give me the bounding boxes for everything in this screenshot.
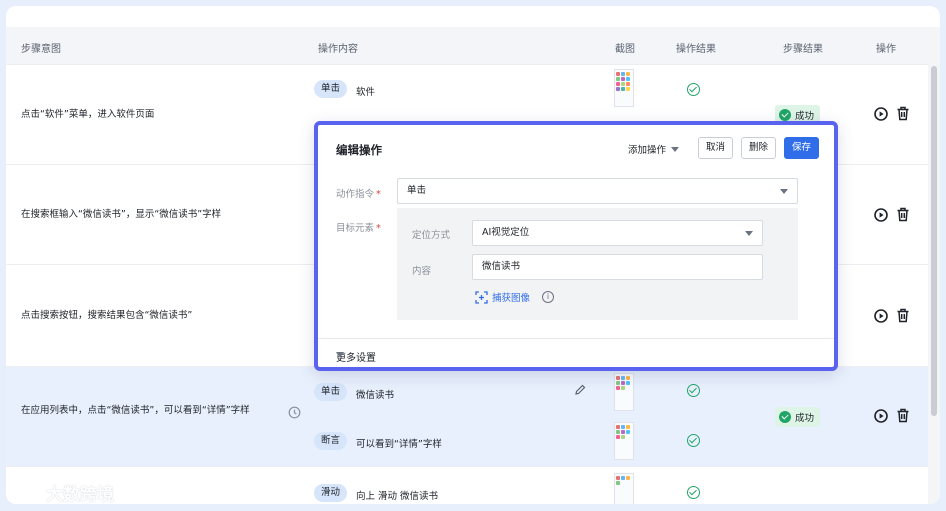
capture-image-button[interactable]: 捕获图像 i: [475, 290, 555, 304]
save-button[interactable]: 保存: [784, 137, 820, 159]
target-element-panel: 定位方式 AI视觉定位 内容 微信读书 捕获图像 i: [397, 208, 798, 320]
locate-method-select[interactable]: AI视觉定位: [472, 220, 763, 246]
history-icon[interactable]: [288, 406, 301, 419]
modal-title: 编辑操作: [336, 143, 382, 157]
play-icon[interactable]: [874, 207, 888, 222]
row-actions: [874, 308, 910, 323]
screenshot-thumb[interactable]: [614, 69, 634, 107]
step-intent: 在应用列表中，点击“微信读书”，可以看到“详情”字样: [21, 405, 250, 416]
col-step-result: 步骤结果: [783, 44, 823, 55]
row-actions: [874, 106, 910, 121]
col-op-content: 操作内容: [318, 44, 358, 55]
scrollbar-thumb[interactable]: [931, 66, 937, 416]
row-actions: [874, 207, 910, 222]
capture-image-label: 捕获图像: [492, 293, 531, 304]
col-step-intent: 步骤意图: [21, 44, 61, 55]
op-chip[interactable]: 单击: [314, 80, 348, 98]
status-badge: 成功: [775, 407, 821, 427]
screenshot-thumb[interactable]: [614, 373, 634, 411]
row-actions: [874, 408, 910, 423]
cancel-button[interactable]: 取消: [698, 137, 734, 159]
trash-icon[interactable]: [896, 207, 910, 222]
more-settings[interactable]: 更多设置: [318, 338, 834, 370]
col-actions: 操作: [876, 44, 896, 55]
success-icon: [779, 411, 791, 423]
col-screenshot: 截图: [615, 44, 635, 55]
op-success-icon: [687, 384, 700, 397]
logo-icon: [8, 485, 40, 500]
op-text: 向上 滑动 微信读书: [356, 491, 439, 502]
target-field-label: 目标元素 *: [336, 223, 381, 234]
caret-down-icon: [780, 189, 788, 194]
trash-icon[interactable]: [896, 408, 910, 423]
capture-icon: [475, 290, 488, 304]
op-success-icon: [687, 434, 700, 447]
op-success-icon: [687, 486, 700, 499]
status-badge-label: 成功: [795, 413, 815, 424]
op-success-icon: [687, 83, 700, 96]
locate-method-value: AI视觉定位: [482, 227, 530, 238]
step-intent: 点击“软件”菜单，进入软件页面: [21, 109, 155, 120]
action-select[interactable]: 单击: [397, 178, 798, 204]
content-label: 内容: [412, 266, 432, 277]
caret-down-icon: [671, 146, 680, 152]
caret-down-icon: [745, 231, 753, 236]
play-icon[interactable]: [874, 308, 888, 323]
pencil-icon[interactable]: [574, 384, 586, 396]
add-operation-dropdown[interactable]: 添加操作: [628, 142, 680, 156]
action-select-value: 单击: [407, 185, 427, 196]
trash-icon[interactable]: [896, 308, 910, 323]
content-input-value: 微信读书: [482, 261, 521, 272]
step-intent: 在搜索框输入“微信读书”，显示“微信读书”字样: [21, 209, 222, 220]
status-badge-label: 成功: [795, 111, 815, 122]
edit-operation-modal: 编辑操作 添加操作 取消 删除 保存 动作指令 * 单击 目标元素 * 定位方式 A…: [314, 121, 838, 371]
trash-icon[interactable]: [896, 106, 910, 121]
table-header: 步骤意图 操作内容 截图 操作结果 步骤结果 操作: [6, 27, 928, 64]
step-intent: 点击搜索按钮，搜索结果包含“微信读书”: [21, 310, 193, 321]
add-operation-label: 添加操作: [628, 145, 667, 156]
table-row: 在应用列表中，点击“微信读书”，可以看到“详情”字样 单击 微信读书 断言 可以…: [6, 366, 928, 466]
screenshot-thumb[interactable]: [614, 473, 634, 504]
op-chip[interactable]: 滑动: [314, 484, 348, 502]
success-icon: [779, 109, 791, 121]
table-row: 滑动 向上 滑动 微信读书: [6, 466, 928, 504]
play-icon[interactable]: [874, 408, 888, 423]
col-op-result: 操作结果: [676, 44, 716, 55]
info-icon[interactable]: i: [542, 291, 555, 303]
op-chip[interactable]: 单击: [314, 383, 348, 401]
watermark-text: 大数跨境: [46, 485, 114, 505]
watermark-logo: 大数跨境: [8, 480, 114, 505]
content-input[interactable]: 微信读书: [472, 254, 763, 280]
op-text: 软件: [356, 87, 376, 98]
op-text: 可以看到“详情”字样: [356, 439, 442, 450]
screenshot-thumb[interactable]: [614, 422, 634, 460]
action-field-label: 动作指令 *: [336, 189, 381, 200]
play-icon[interactable]: [874, 106, 888, 121]
delete-button[interactable]: 删除: [741, 137, 777, 159]
op-chip[interactable]: 断言: [314, 432, 348, 450]
locate-method-label: 定位方式: [412, 230, 451, 241]
chevron-down-icon: [336, 352, 344, 357]
op-text: 微信读书: [356, 390, 395, 401]
